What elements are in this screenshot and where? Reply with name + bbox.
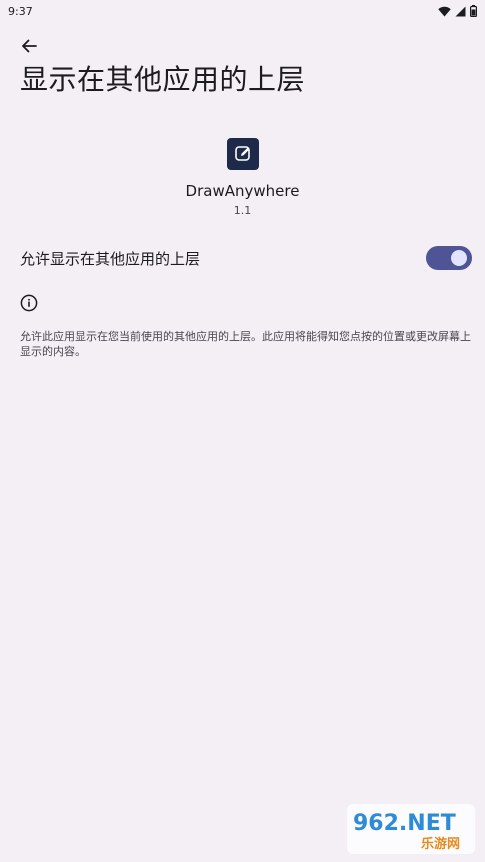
battery-icon bbox=[470, 5, 477, 17]
status-bar: 9:37 bbox=[0, 0, 485, 22]
back-button[interactable] bbox=[16, 33, 42, 59]
switch-thumb bbox=[451, 250, 467, 266]
app-icon bbox=[226, 138, 259, 170]
app-version: 1.1 bbox=[233, 204, 252, 217]
page-title: 显示在其他应用的上层 bbox=[20, 63, 306, 96]
arrow-back-icon bbox=[22, 39, 37, 53]
watermark-sub-text: 乐游网 bbox=[421, 836, 460, 852]
app-name: DrawAnywhere bbox=[185, 182, 300, 200]
info-icon bbox=[20, 294, 38, 312]
watermark-logo-text: 962.NET bbox=[353, 811, 456, 836]
watermark-logo: 962.NET 乐游网 bbox=[347, 804, 475, 854]
edit-pen-icon bbox=[234, 146, 250, 161]
status-time: 9:37 bbox=[8, 4, 33, 18]
wifi-icon bbox=[438, 6, 451, 16]
permission-toggle-row[interactable]: 允许显示在其他应用的上层 bbox=[0, 240, 485, 276]
status-icons bbox=[438, 5, 477, 17]
permission-switch[interactable] bbox=[426, 246, 472, 270]
signal-icon bbox=[455, 6, 466, 16]
permission-label: 允许显示在其他应用的上层 bbox=[20, 249, 201, 268]
permission-description: 允许此应用显示在您当前使用的其他应用的上层。此应用将能得知您点按的位置或更改屏幕… bbox=[20, 330, 471, 358]
app-header: DrawAnywhere 1.1 bbox=[0, 138, 485, 219]
